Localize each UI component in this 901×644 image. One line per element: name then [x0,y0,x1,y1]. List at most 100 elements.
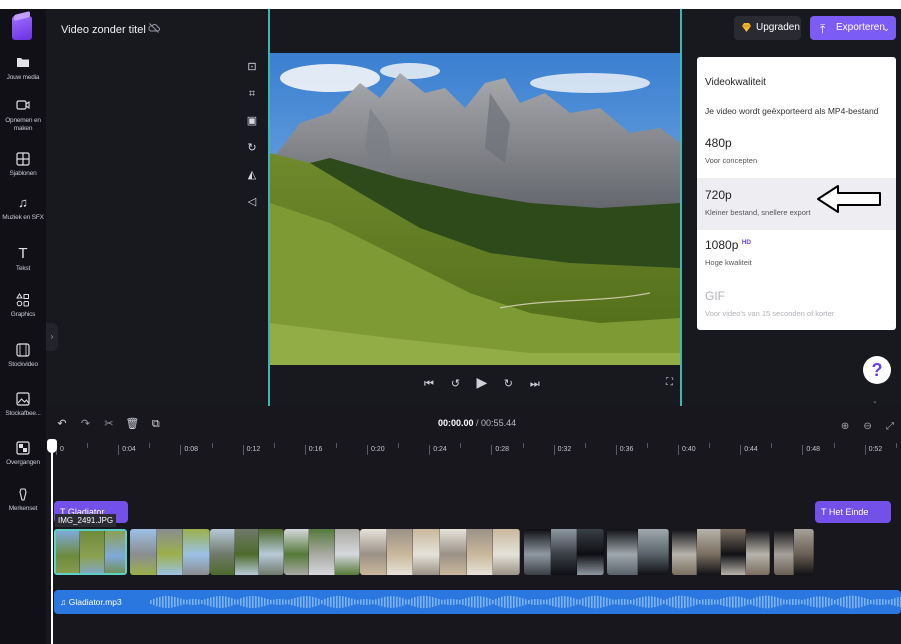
sidebar-item-brand-kit[interactable]: Merkenset [0,487,46,513]
rotate-icon[interactable]: ↻ [242,138,262,158]
zoom-out-icon[interactable]: ⊖ [861,421,875,432]
text-clip-end[interactable]: T Het Einde [815,501,891,523]
waveform-bar [300,596,302,608]
waveform-bar [429,596,431,608]
fit-timeline-icon[interactable]: ⤢ [883,421,897,432]
waveform-bar [558,596,560,608]
waveform-bar [729,596,731,608]
waveform-bar [843,596,845,608]
clip-thumbnail [794,529,814,575]
export-option-480p[interactable]: 480p Voor concepten [697,126,896,178]
rewind-5-icon[interactable]: ↺ [446,377,464,390]
flip-vertical-icon[interactable]: ◁ [242,192,262,212]
waveform-bar [360,599,362,605]
waveform-bar [567,596,569,608]
waveform-bar [744,598,746,606]
app-logo[interactable] [12,16,32,40]
split-icon[interactable]: ✂ [101,417,117,430]
sidebar-item-music[interactable]: ♫ Muziek en SFX [0,196,46,222]
collapse-sidebar-chevron-icon[interactable]: › [46,323,58,351]
clip-thumbnail [259,529,284,575]
waveform-bar [636,598,638,606]
waveform-bar [672,596,674,608]
ruler-tick [491,445,493,455]
project-title[interactable]: Video zonder titel [61,24,146,36]
sidebar-item-stock-video[interactable]: Stockvideo [0,343,46,369]
video-clip[interactable] [360,529,520,575]
sidebar-item-graphics[interactable]: Graphics [0,293,46,319]
waveform-bar [486,597,488,607]
video-clip[interactable] [130,529,210,575]
waveform-bar [318,598,320,606]
video-clip[interactable] [774,529,814,575]
video-clip[interactable] [284,529,360,575]
waveform-bar [717,599,719,605]
sidebar-item-stock-images[interactable]: Stockafbee... [0,392,46,418]
sidebar-item-your-media[interactable]: Jouw media [0,56,46,82]
video-clip[interactable] [54,529,127,575]
waveform-bar [738,596,740,608]
audio-clip[interactable]: ♫ Gladiator.mp3 [54,590,901,614]
waveform-bar [654,596,656,608]
waveform-bar [612,599,614,605]
waveform-bar [600,596,602,608]
sidebar-item-transitions[interactable]: Overgangen [0,441,46,467]
waveform-bar [363,599,365,605]
help-button[interactable]: ? [863,356,891,384]
waveform-bar [432,597,434,607]
waveform-bar [276,599,278,605]
sidebar-item-record[interactable]: Opnemen en maken [0,99,46,132]
waveform-bar [255,596,257,608]
video-clip[interactable] [607,529,669,575]
video-preview[interactable] [270,53,680,365]
sidebar-item-text[interactable]: T Tekst [0,246,46,273]
pip-icon[interactable]: ▣ [242,111,262,131]
flip-horizontal-icon[interactable]: ◭ [242,165,262,185]
export-option-gif[interactable]: GIF Voor video's van 15 seconden of kort… [697,279,896,331]
playhead-handle[interactable] [47,439,57,453]
video-clip[interactable] [524,529,604,575]
upgrade-button[interactable]: Upgraden [734,16,801,40]
waveform-bar [663,599,665,605]
video-clip[interactable] [672,529,770,575]
waveform-bar [777,597,779,607]
zoom-in-icon[interactable]: ⊕ [838,421,852,432]
forward-5-icon[interactable]: ↻ [499,377,517,390]
duplicate-icon[interactable]: ⧉ [148,418,164,431]
fit-icon[interactable]: ⊡ [242,57,262,77]
crop-icon[interactable]: ⌗ [242,84,262,104]
export-option-1080p[interactable]: 1080p HD Hoge kwaliteit [697,228,896,280]
clip-thumbnail [284,529,310,575]
waveform-bar [681,595,683,609]
option-title: 1080p HD [705,238,896,252]
waveform-bar [750,599,752,605]
zoom-controls: ⊕ ⊖ ⤢ [834,416,897,434]
delete-icon[interactable]: 🗑 [124,417,140,430]
time-ruler[interactable]: 0 0:04 0:08 0:12 0:16 0:20 0:24 0:28 0:32 0:36 0:4… [46,437,901,459]
waveform-bar [660,598,662,606]
play-icon[interactable]: ▶ [473,374,491,391]
clip-thumbnail [524,529,551,575]
waveform-bar [840,597,842,607]
redo-icon[interactable]: ↷ [77,417,93,430]
waveform-bar [627,599,629,605]
export-button[interactable]: ⤒ Exporteren ⌄ [810,16,896,40]
ruler-tick-label: 0:28 [495,446,510,453]
sidebar-item-templates[interactable]: Sjablonen [0,152,46,178]
playhead[interactable] [51,444,53,644]
video-clip[interactable] [210,529,284,575]
chevron-down-icon[interactable]: ⌄ [872,397,878,405]
skip-forward-icon[interactable]: ⏭ [526,378,544,391]
export-menu-description: Je video wordt geëxporteerd als MP4-best… [705,106,879,116]
waveform-bar [204,599,206,605]
waveform-bar [378,598,380,606]
waveform-bar [501,596,503,608]
hd-badge: HD [741,239,752,246]
waveform-bar [405,599,407,605]
undo-icon[interactable]: ↶ [54,417,70,430]
option-desc: Voor video's van 15 seconden of korter [705,309,835,318]
fullscreen-icon[interactable]: ⛶ [666,377,673,388]
sidebar-item-label: Opnemen en maken [5,117,41,132]
skip-back-icon[interactable]: ⏮ [420,378,438,391]
option-desc: Hoge kwaliteit [705,258,752,267]
